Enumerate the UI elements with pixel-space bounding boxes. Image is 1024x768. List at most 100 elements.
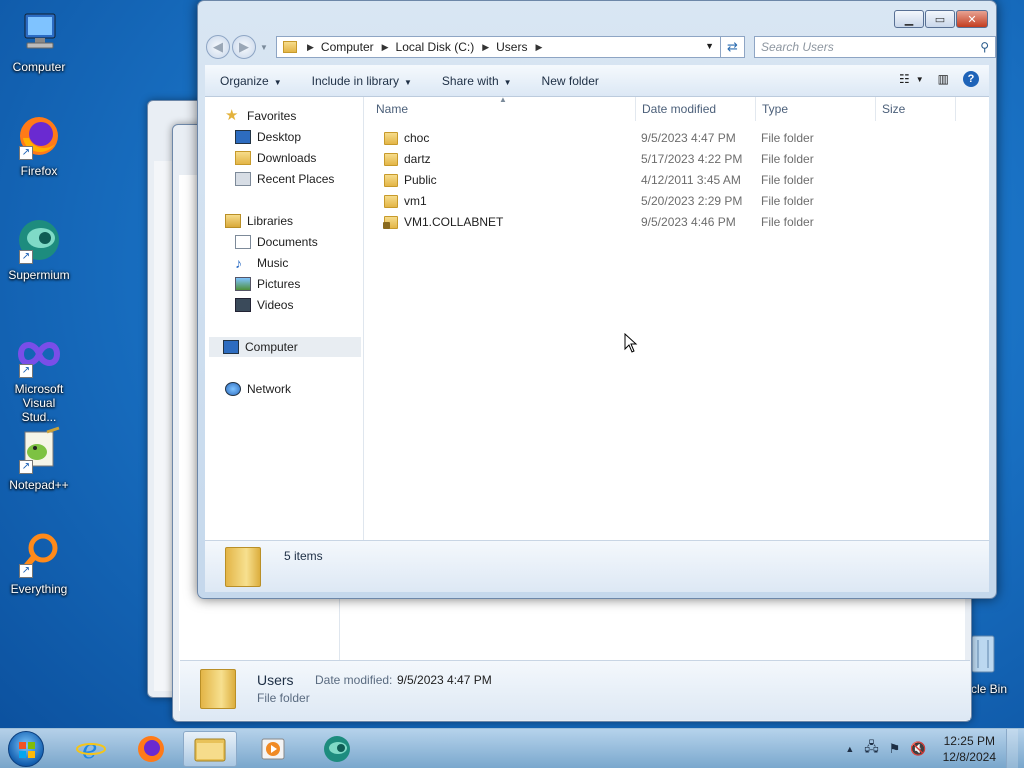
organize-button[interactable]: Organize ▼ bbox=[220, 74, 282, 88]
details-type: File folder bbox=[257, 691, 310, 705]
chevron-down-icon: ▼ bbox=[404, 77, 412, 87]
file-type: File folder bbox=[761, 215, 814, 229]
breadcrumb-users[interactable]: Users bbox=[496, 40, 527, 54]
maximize-icon: ▭ bbox=[934, 13, 946, 26]
taskbar-windows-explorer[interactable] bbox=[183, 731, 237, 767]
show-hidden-icons-icon[interactable]: ▲ bbox=[845, 744, 854, 754]
file-row[interactable]: dartz 5/17/2023 4:22 PM File folder bbox=[364, 149, 989, 170]
nav-videos[interactable]: Videos bbox=[235, 295, 293, 315]
breadcrumb-separator-icon[interactable]: ▶ bbox=[535, 42, 542, 53]
back-button[interactable]: ◀ bbox=[206, 35, 230, 59]
maximize-button[interactable]: ▭ bbox=[925, 10, 955, 28]
refresh-button[interactable]: ⇄ bbox=[721, 36, 745, 58]
documents-icon bbox=[235, 235, 251, 249]
file-name: choc bbox=[404, 131, 430, 145]
desktop-icon-supermium[interactable]: ↗ Supermium bbox=[4, 216, 74, 282]
preview-pane-icon[interactable]: ▥ bbox=[938, 72, 949, 86]
details-date-label: Date modified: bbox=[315, 673, 393, 687]
file-row[interactable]: VM1.COLLABNET 9/5/2023 4:46 PM File fold… bbox=[364, 212, 989, 233]
taskbar-firefox[interactable] bbox=[124, 731, 178, 767]
breadcrumb-separator-icon[interactable]: ▶ bbox=[482, 42, 489, 53]
address-bar[interactable]: ▶ Computer ▶ Local Disk (C:) ▶ Users ▶ ▼ bbox=[276, 36, 721, 58]
desktop-icon-firefox[interactable]: ↗ Firefox bbox=[4, 112, 74, 178]
column-header-size[interactable]: Size bbox=[876, 97, 956, 121]
item-count: 5 items bbox=[284, 549, 323, 563]
file-date: 9/5/2023 4:46 PM bbox=[641, 215, 736, 229]
taskbar: e ▲ 🖧 ⚑ 🔇 12:25 PM 12/8/2024 bbox=[0, 728, 1024, 768]
search-icon[interactable]: ⚲ bbox=[980, 40, 989, 54]
recent-pages-chevron-icon[interactable]: ▼ bbox=[260, 43, 268, 52]
action-center-flag-icon[interactable]: ⚑ bbox=[889, 741, 901, 757]
details-pane: 5 items bbox=[205, 540, 989, 592]
breadcrumb-computer[interactable]: Computer bbox=[321, 40, 374, 54]
column-header-name[interactable]: Name bbox=[364, 97, 636, 121]
desktop-icon-label: Microsoft Visual Stud... bbox=[14, 382, 64, 424]
help-icon[interactable]: ? bbox=[963, 71, 979, 87]
recent-places-icon bbox=[235, 172, 251, 186]
search-input[interactable]: Search Users ⚲ bbox=[754, 36, 996, 58]
nav-music[interactable]: ♪ Music bbox=[235, 253, 288, 273]
clock-date: 12/8/2024 bbox=[942, 750, 996, 764]
address-dropdown-icon[interactable]: ▼ bbox=[705, 41, 714, 51]
network-icon bbox=[225, 382, 241, 396]
shortcut-arrow-icon: ↗ bbox=[19, 564, 33, 578]
breadcrumb-local-disk[interactable]: Local Disk (C:) bbox=[396, 40, 475, 54]
file-type: File folder bbox=[761, 173, 814, 187]
file-name: Public bbox=[404, 173, 437, 187]
desktop-icon bbox=[235, 130, 251, 144]
nav-pictures[interactable]: Pictures bbox=[235, 274, 300, 294]
file-type: File folder bbox=[761, 131, 814, 145]
change-view-icon[interactable]: ☷ bbox=[899, 72, 910, 86]
supermium-icon: ↗ bbox=[15, 216, 63, 264]
show-desktop-button[interactable] bbox=[1006, 729, 1018, 768]
minimize-icon: ▁ bbox=[904, 13, 914, 26]
forward-button[interactable]: ▶ bbox=[232, 35, 256, 59]
breadcrumb-separator-icon[interactable]: ▶ bbox=[307, 42, 314, 53]
nav-desktop[interactable]: Desktop bbox=[235, 127, 301, 147]
folder-icon bbox=[384, 174, 398, 187]
firefox-icon: ↗ bbox=[15, 112, 63, 160]
file-date: 5/17/2023 4:22 PM bbox=[641, 152, 743, 166]
share-with-button[interactable]: Share with ▼ bbox=[442, 74, 512, 88]
nav-network[interactable]: Network bbox=[225, 379, 291, 399]
chevron-down-icon: ▼ bbox=[503, 77, 512, 87]
breadcrumb-separator-icon[interactable]: ▶ bbox=[382, 42, 389, 53]
nav-libraries[interactable]: Libraries bbox=[225, 211, 293, 231]
close-icon: ✕ bbox=[967, 13, 977, 26]
desktop-icon-everything[interactable]: ↗ Everything bbox=[4, 530, 74, 596]
nav-computer[interactable]: Computer bbox=[209, 337, 361, 357]
desktop-icon-visual-studio[interactable]: ↗ Microsoft Visual Stud... bbox=[4, 330, 74, 424]
nav-downloads[interactable]: Downloads bbox=[235, 148, 316, 168]
nav-favorites[interactable]: ★ Favorites bbox=[225, 106, 296, 126]
libraries-icon bbox=[225, 214, 241, 228]
close-button[interactable]: ✕ bbox=[956, 10, 988, 28]
computer-icon bbox=[15, 8, 63, 56]
start-button[interactable] bbox=[8, 731, 44, 767]
volume-muted-icon[interactable]: 🔇 bbox=[910, 741, 926, 757]
desktop-icon-computer[interactable]: Computer bbox=[4, 8, 74, 74]
file-row[interactable]: Public 4/12/2011 3:45 AM File folder bbox=[364, 170, 989, 191]
network-tray-icon[interactable]: 🖧 bbox=[864, 738, 879, 760]
recycle-bin-icon bbox=[968, 630, 998, 678]
file-row[interactable]: choc 9/5/2023 4:47 PM File folder bbox=[364, 128, 989, 149]
supermium-icon bbox=[324, 736, 350, 762]
taskbar-supermium[interactable] bbox=[310, 731, 364, 767]
taskbar-media-player[interactable] bbox=[246, 731, 300, 767]
file-name: dartz bbox=[404, 152, 431, 166]
explorer-window[interactable]: ▁ ▭ ✕ ◀ ▶ ▼ ▶ Computer ▶ Local Disk (C:)… bbox=[197, 0, 997, 599]
clock[interactable]: 12:25 PM 12/8/2024 bbox=[943, 733, 996, 765]
new-folder-button[interactable]: New folder bbox=[542, 74, 599, 88]
command-bar: Organize ▼ Include in library ▼ Share with… bbox=[205, 65, 989, 97]
minimize-button[interactable]: ▁ bbox=[894, 10, 924, 28]
shortcut-arrow-icon: ↗ bbox=[19, 364, 33, 378]
column-header-date-modified[interactable]: Date modified bbox=[636, 97, 756, 121]
view-options-chevron-icon[interactable]: ▼ bbox=[916, 75, 924, 84]
desktop-icon-notepad-plus-plus[interactable]: ↗ Notepad++ bbox=[4, 426, 74, 492]
nav-recent-places[interactable]: Recent Places bbox=[235, 169, 334, 189]
details-name: Users bbox=[257, 672, 294, 688]
include-in-library-button[interactable]: Include in library ▼ bbox=[312, 74, 412, 88]
file-row[interactable]: vm1 5/20/2023 2:29 PM File folder bbox=[364, 191, 989, 212]
nav-documents[interactable]: Documents bbox=[235, 232, 318, 252]
taskbar-internet-explorer[interactable]: e bbox=[64, 731, 118, 767]
column-header-type[interactable]: Type bbox=[756, 97, 876, 121]
